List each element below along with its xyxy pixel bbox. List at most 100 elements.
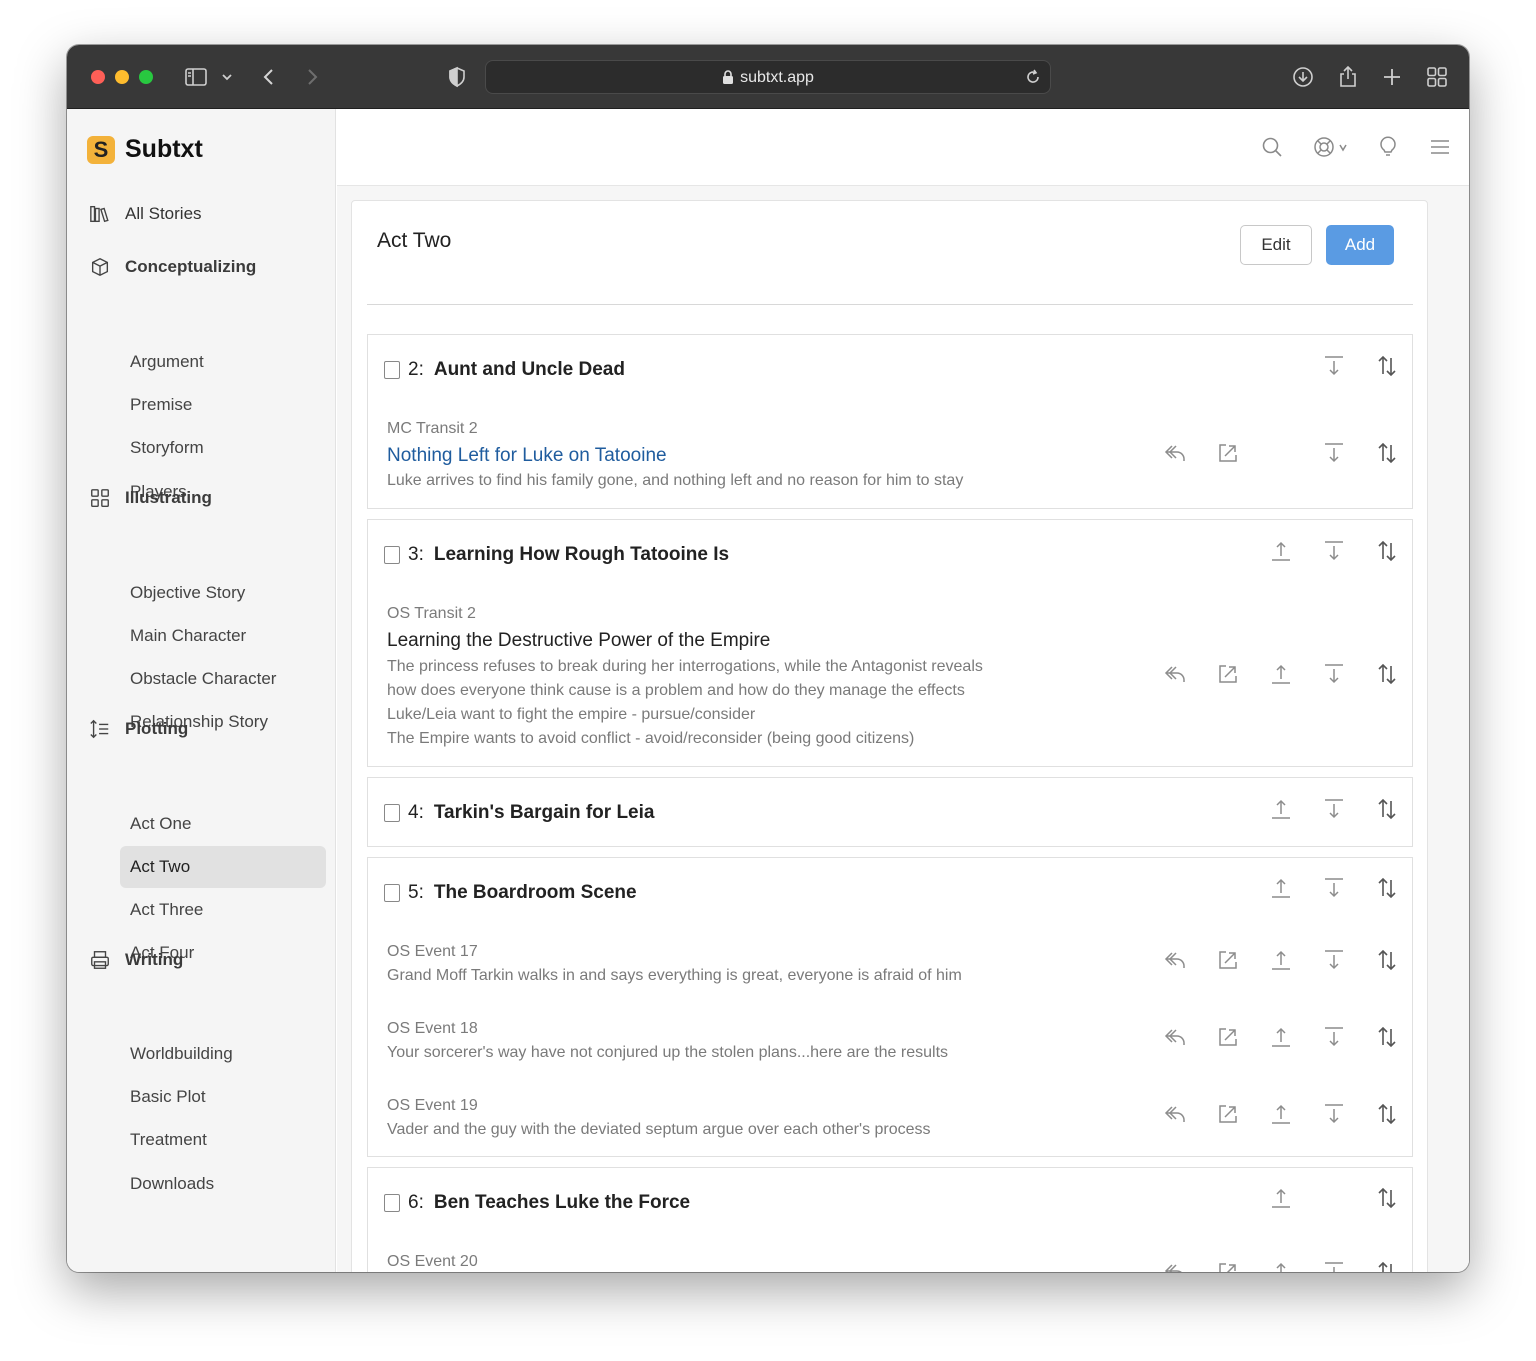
scene-checkbox[interactable]: [384, 361, 400, 379]
new-tab-icon[interactable]: [1380, 65, 1404, 89]
move-down-icon[interactable]: [1322, 1260, 1346, 1272]
reorder-icon[interactable]: [1375, 441, 1399, 465]
reorder-icon[interactable]: [1375, 1025, 1399, 1049]
sidebar-item-storyform[interactable]: Storyform: [120, 427, 326, 469]
minimize-window-button[interactable]: [115, 70, 129, 84]
address-text: subtxt.app: [486, 69, 1050, 89]
reply-icon[interactable]: [1163, 1025, 1187, 1049]
address-bar[interactable]: subtxt.app: [485, 60, 1051, 94]
help-lifebuoy-icon[interactable]: [1313, 135, 1351, 159]
scene-checkbox[interactable]: [384, 546, 400, 564]
move-up-icon[interactable]: [1269, 1260, 1293, 1272]
sidebar-section-illustrating[interactable]: Illustrating: [89, 487, 212, 509]
event-description: The Empire wants to avoid conflict - avo…: [387, 730, 915, 747]
move-up-icon[interactable]: [1269, 539, 1293, 563]
sidebar-section-writing[interactable]: Writing: [89, 949, 183, 971]
reorder-icon[interactable]: [1375, 1186, 1399, 1210]
sidebar-item-worldbuilding[interactable]: Worldbuilding: [120, 1033, 326, 1075]
share-icon[interactable]: [1336, 65, 1360, 89]
move-up-icon[interactable]: [1269, 662, 1293, 686]
download-icon[interactable]: [1291, 65, 1315, 89]
reorder-icon[interactable]: [1375, 539, 1399, 563]
move-up-icon[interactable]: [1269, 797, 1293, 821]
move-down-icon[interactable]: [1322, 876, 1346, 900]
sidebar-toggle-icon[interactable]: [184, 65, 208, 89]
reload-icon[interactable]: [1024, 68, 1042, 86]
sidebar-section-plotting[interactable]: Plotting: [89, 718, 188, 740]
move-down-icon[interactable]: [1322, 1025, 1346, 1049]
event-description: The princess refuses to break during her…: [387, 658, 983, 675]
move-down-icon[interactable]: [1322, 441, 1346, 465]
reply-icon[interactable]: [1163, 1102, 1187, 1126]
export-icon[interactable]: [1216, 1260, 1240, 1272]
scene-header: 2: Aunt and Uncle Dead: [384, 359, 625, 381]
reply-icon[interactable]: [1163, 441, 1187, 465]
sidebar-item-act-three[interactable]: Act Three: [120, 889, 326, 931]
scene-checkbox[interactable]: [384, 804, 400, 822]
edit-button[interactable]: Edit: [1240, 225, 1312, 265]
sidebar-item-treatment[interactable]: Treatment: [120, 1119, 326, 1161]
sidebar-item-all-stories[interactable]: All Stories: [89, 203, 202, 225]
sidebar-item-downloads[interactable]: Downloads: [120, 1163, 326, 1205]
sidebar-item-basic-plot[interactable]: Basic Plot: [120, 1076, 326, 1118]
scene-card: 5: The Boardroom Scene OS Event 17 Grand…: [367, 857, 1413, 1157]
idea-bulb-icon[interactable]: [1376, 135, 1400, 159]
move-down-icon[interactable]: [1322, 539, 1346, 563]
event-description: how does everyone think cause is a probl…: [387, 682, 965, 699]
logo-text: Subtxt: [125, 135, 203, 163]
sidebar-item-act-two[interactable]: Act Two: [120, 846, 326, 888]
event-type: OS Event 18: [387, 1020, 478, 1037]
sidebar-item-main-character[interactable]: Main Character: [120, 615, 326, 657]
tab-overview-icon[interactable]: [1425, 65, 1449, 89]
scene-title: Tarkin's Bargain for Leia: [433, 802, 655, 823]
export-icon[interactable]: [1216, 948, 1240, 972]
export-icon[interactable]: [1216, 441, 1240, 465]
export-icon[interactable]: [1216, 1025, 1240, 1049]
chevron-down-icon[interactable]: [219, 65, 235, 89]
move-up-icon[interactable]: [1269, 1025, 1293, 1049]
search-icon[interactable]: [1260, 135, 1284, 159]
scene-checkbox[interactable]: [384, 884, 400, 902]
move-down-icon[interactable]: [1322, 662, 1346, 686]
reorder-icon[interactable]: [1375, 1260, 1399, 1272]
event-title-link[interactable]: Nothing Left for Luke on Tatooine: [387, 445, 667, 467]
sidebar-item-act-one[interactable]: Act One: [120, 803, 326, 845]
export-icon[interactable]: [1216, 1102, 1240, 1126]
menu-icon[interactable]: [1428, 135, 1452, 159]
zoom-window-button[interactable]: [139, 70, 153, 84]
scene-checkbox[interactable]: [384, 1194, 400, 1212]
move-up-icon[interactable]: [1269, 876, 1293, 900]
sidebar-section-conceptualizing[interactable]: Conceptualizing: [89, 256, 256, 278]
sidebar-item-premise[interactable]: Premise: [120, 384, 326, 426]
reorder-icon[interactable]: [1375, 876, 1399, 900]
add-button[interactable]: Add: [1326, 225, 1394, 265]
back-icon[interactable]: [257, 65, 281, 89]
export-icon[interactable]: [1216, 662, 1240, 686]
move-down-icon[interactable]: [1322, 797, 1346, 821]
move-down-icon[interactable]: [1322, 354, 1346, 378]
reorder-icon[interactable]: [1375, 662, 1399, 686]
reorder-icon[interactable]: [1375, 948, 1399, 972]
reorder-icon[interactable]: [1375, 354, 1399, 378]
event-type: OS Event 17: [387, 943, 478, 960]
move-up-icon[interactable]: [1269, 1186, 1293, 1210]
sidebar-item-obstacle-character[interactable]: Obstacle Character: [120, 658, 326, 700]
move-up-icon[interactable]: [1269, 948, 1293, 972]
scene-number: 4:: [408, 802, 424, 823]
reply-icon[interactable]: [1163, 1260, 1187, 1272]
reply-icon[interactable]: [1163, 948, 1187, 972]
sidebar-item-objective-story[interactable]: Objective Story: [120, 572, 326, 614]
sidebar-item-argument[interactable]: Argument: [120, 341, 326, 383]
forward-icon[interactable]: [300, 65, 324, 89]
move-down-icon[interactable]: [1322, 1102, 1346, 1126]
reorder-icon[interactable]: [1375, 1102, 1399, 1126]
move-down-icon[interactable]: [1322, 948, 1346, 972]
close-window-button[interactable]: [91, 70, 105, 84]
scene-header: 6: Ben Teaches Luke the Force: [384, 1192, 690, 1214]
app-logo[interactable]: S Subtxt: [87, 135, 203, 164]
app-header: [337, 109, 1469, 186]
move-up-icon[interactable]: [1269, 1102, 1293, 1126]
reorder-icon[interactable]: [1375, 797, 1399, 821]
reply-icon[interactable]: [1163, 662, 1187, 686]
privacy-shield-icon[interactable]: [445, 65, 469, 89]
